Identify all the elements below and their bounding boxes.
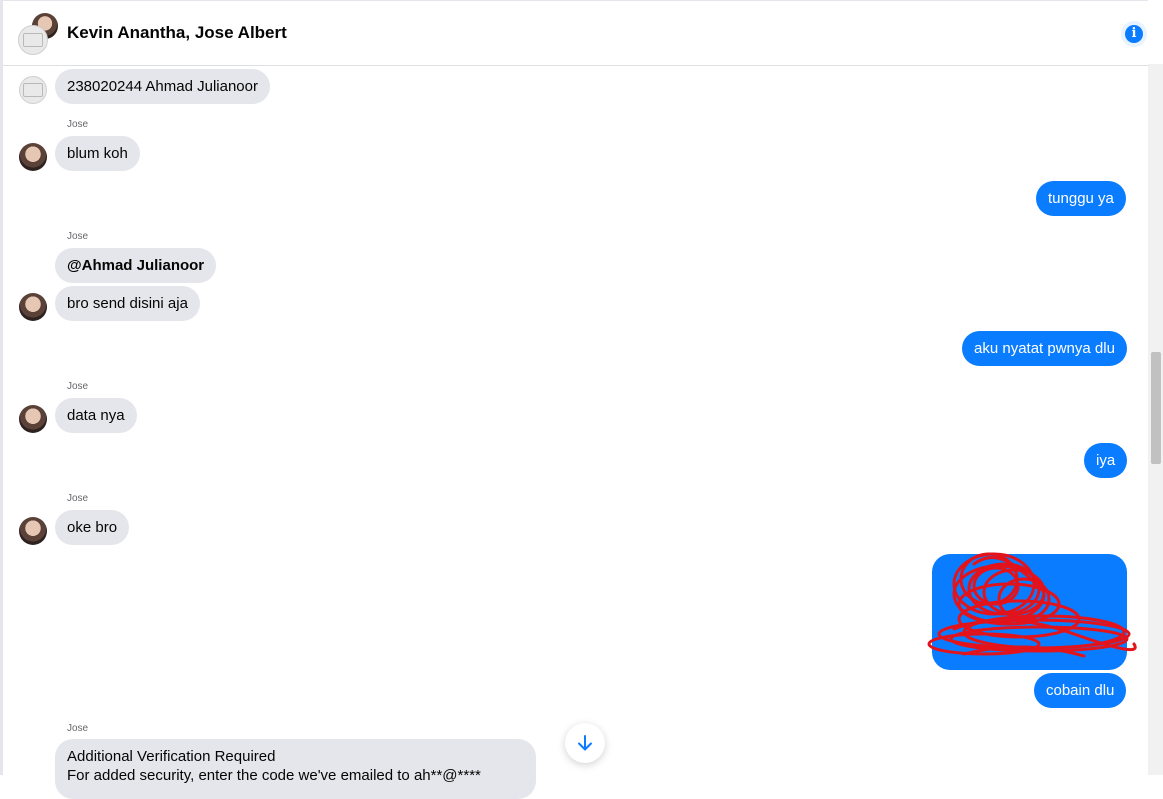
window-left-border	[0, 0, 3, 775]
sender-name: Jose	[67, 493, 89, 504]
avatar[interactable]	[19, 76, 47, 104]
avatar[interactable]	[19, 293, 47, 321]
message-bubble-outgoing[interactable]: aku nyatat pwnya dlu	[962, 331, 1127, 366]
avatar[interactable]	[19, 405, 47, 433]
avatar-kevin	[18, 25, 48, 55]
conversation-title[interactable]: Kevin Anantha, Jose Albert	[67, 23, 287, 43]
message-bubble[interactable]: 238020244 Ahmad Julianoor	[55, 69, 270, 104]
sender-name: Jose	[67, 231, 89, 242]
sender-name: Jose	[67, 119, 89, 130]
verification-title: Additional Verification Required	[67, 748, 276, 765]
message-bubble-outgoing[interactable]: cobain dlu	[1034, 673, 1127, 708]
sender-name: Jose	[67, 723, 89, 734]
image-attachment[interactable]	[927, 552, 1137, 670]
scribble-redaction	[927, 552, 1137, 658]
info-icon: i	[1125, 25, 1143, 43]
arrow-down-icon	[578, 735, 592, 751]
message-bubble[interactable]: bro send disini aja	[55, 286, 200, 321]
sender-name: Jose	[67, 381, 89, 392]
chat-header: Kevin Anantha, Jose Albert i	[3, 0, 1148, 66]
message-bubble[interactable]: oke bro	[55, 510, 130, 545]
message-bubble-outgoing[interactable]: tunggu ya	[1036, 181, 1126, 216]
verification-message-bubble[interactable]: Additional Verification Required For add…	[55, 739, 536, 799]
avatar[interactable]	[19, 143, 47, 171]
scrollbar-thumb[interactable]	[1151, 352, 1161, 464]
avatar[interactable]	[19, 517, 47, 545]
message-bubble[interactable]: blum koh	[55, 136, 140, 171]
verification-text: For added security, enter the code we've…	[67, 767, 481, 784]
message-bubble-outgoing[interactable]: iya	[1084, 443, 1128, 478]
mention-bubble[interactable]: @Ahmad Julianoor	[55, 248, 217, 283]
info-button[interactable]: i	[1121, 21, 1147, 47]
group-avatar[interactable]	[18, 13, 62, 57]
message-bubble[interactable]: data nya	[55, 398, 137, 433]
scroll-to-bottom-button[interactable]	[565, 723, 605, 763]
